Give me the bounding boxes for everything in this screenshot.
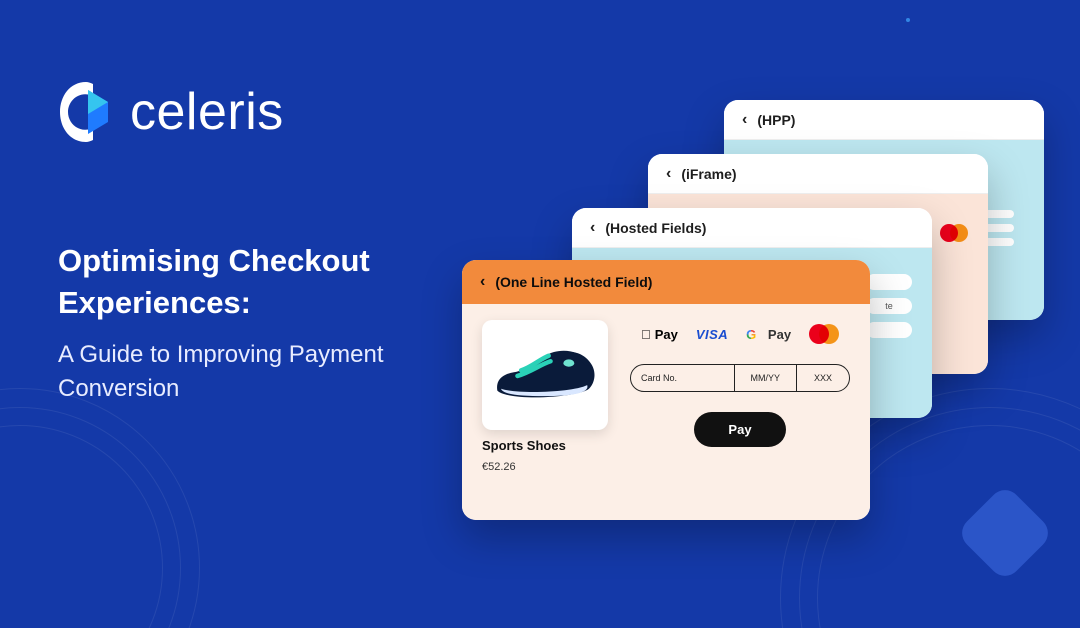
apple-logo-icon:  [641, 327, 651, 342]
mastercard-icon [940, 224, 968, 242]
brand-logo: celeris [58, 80, 284, 144]
headline-block: Optimising Checkout Experiences: A Guide… [58, 240, 488, 407]
card-iframe-header: ‹ (iFrame) [648, 154, 988, 194]
product-title: Sports Shoes [482, 438, 608, 453]
payment-area: Pay VISA G Pay Card No. MM/YY XXX Pay [630, 320, 850, 500]
bg-diamond [956, 484, 1055, 583]
field-pill-date: te [866, 298, 912, 314]
apple-pay-icon[interactable]: Pay [641, 327, 678, 342]
chevron-left-icon: ‹ [742, 112, 747, 128]
card-one-line-hosted-field: ‹ (One Line Hosted Field) Sports Shoes €… [462, 260, 870, 520]
mastercard-icon[interactable] [809, 324, 839, 344]
pay-button[interactable]: Pay [694, 412, 785, 447]
product-image [482, 320, 608, 430]
card-one-line-label: (One Line Hosted Field) [495, 274, 652, 290]
card-one-line-header: ‹ (One Line Hosted Field) [462, 260, 870, 304]
card-iframe-label: (iFrame) [681, 166, 736, 182]
chevron-left-icon: ‹ [666, 166, 671, 182]
sports-shoe-icon [490, 340, 600, 410]
card-hpp-label: (HPP) [757, 112, 795, 128]
card-hosted-fields-header: ‹ (Hosted Fields) [572, 208, 932, 248]
google-pay-icon[interactable]: G Pay [746, 327, 791, 342]
brand-mark-icon [58, 80, 114, 144]
product-price: €52.26 [482, 461, 608, 473]
headline-subtitle: A Guide to Improving Payment Conversion [58, 338, 488, 408]
brand-name: celeris [130, 82, 284, 142]
card-cvv-segment[interactable]: XXX [796, 365, 849, 391]
one-line-card-input[interactable]: Card No. MM/YY XXX [630, 364, 850, 392]
chevron-left-icon: ‹ [590, 220, 595, 236]
bg-rings-bottom-left [0, 388, 200, 628]
card-number-segment[interactable]: Card No. [631, 365, 734, 391]
headline-title: Optimising Checkout Experiences: [58, 240, 488, 324]
visa-icon[interactable]: VISA [696, 327, 728, 342]
chevron-left-icon[interactable]: ‹ [480, 274, 485, 290]
card-expiry-segment[interactable]: MM/YY [734, 365, 796, 391]
bg-dot [906, 18, 910, 22]
card-hosted-fields-label: (Hosted Fields) [605, 220, 706, 236]
product-tile: Sports Shoes €52.26 [482, 320, 608, 500]
card-hpp-header: ‹ (HPP) [724, 100, 1044, 140]
field-pills: te [866, 274, 912, 338]
payment-method-row: Pay VISA G Pay [641, 324, 839, 344]
